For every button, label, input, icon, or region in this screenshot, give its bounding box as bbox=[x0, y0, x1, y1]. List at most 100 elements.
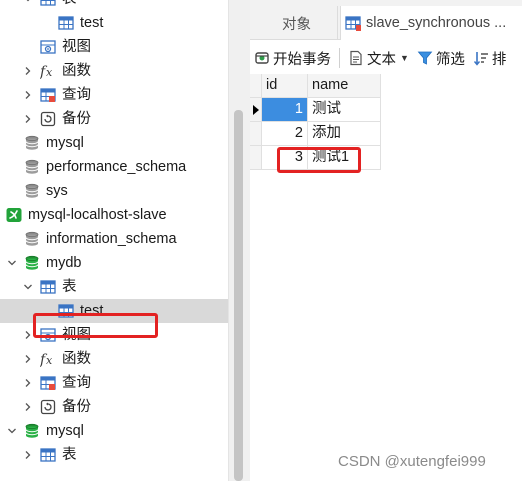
tree-item-label: 函数 bbox=[62, 63, 91, 79]
tree-item-label: mysql bbox=[46, 423, 84, 439]
table-folder-icon bbox=[40, 447, 56, 463]
database-open-icon bbox=[24, 255, 40, 271]
column-header-id[interactable]: id bbox=[262, 74, 308, 98]
row-indicator[interactable] bbox=[250, 146, 262, 170]
tree-item-4[interactable]: 查询 bbox=[0, 83, 228, 107]
tree-item-0[interactable]: 表 bbox=[0, 0, 228, 11]
tree-item-2[interactable]: 视图 bbox=[0, 35, 228, 59]
sort-icon bbox=[473, 50, 489, 66]
tree-scrollbar[interactable] bbox=[228, 0, 250, 481]
chevron-right-icon[interactable] bbox=[22, 107, 34, 131]
database-icon bbox=[24, 231, 40, 247]
table-row[interactable]: 2 添加 bbox=[250, 122, 381, 146]
function-icon: fx bbox=[40, 63, 56, 79]
svg-text:x: x bbox=[46, 66, 53, 79]
tree-item-11[interactable]: mydb bbox=[0, 251, 228, 275]
filter-button[interactable]: 筛选 bbox=[413, 44, 469, 72]
table-view-pane: 对象 slave_synchronous ... 开始事务 文本 ▼ 筛选 排 … bbox=[250, 0, 522, 481]
tab-table-label: slave_synchronous ... bbox=[366, 15, 507, 31]
row-indicator[interactable] bbox=[250, 98, 262, 122]
tree-item-label: test bbox=[80, 15, 104, 31]
table-folder-icon bbox=[40, 279, 56, 295]
table-icon bbox=[345, 15, 361, 31]
tree-item-label: 表 bbox=[62, 0, 77, 8]
view-icon bbox=[40, 39, 56, 55]
tree-item-label: sys bbox=[46, 183, 68, 199]
transaction-icon bbox=[254, 50, 270, 66]
toolbar: 开始事务 文本 ▼ 筛选 排 bbox=[250, 41, 522, 75]
tree-item-5[interactable]: 备份 bbox=[0, 107, 228, 131]
chevron-right-icon[interactable] bbox=[22, 59, 34, 83]
tab-objects-label: 对象 bbox=[282, 16, 311, 33]
watermark: CSDN @xutengfei999 bbox=[338, 453, 486, 470]
tree-item-label: 视图 bbox=[62, 39, 91, 55]
text-label: 文本 bbox=[367, 51, 396, 68]
column-header-name[interactable]: name bbox=[308, 74, 381, 98]
chevron-down-icon[interactable] bbox=[22, 275, 34, 299]
table-row[interactable]: 1 测试 bbox=[250, 98, 381, 122]
tree-item-1[interactable]: test bbox=[0, 11, 228, 35]
cell-name[interactable]: 添加 bbox=[308, 122, 381, 146]
cell-id[interactable]: 2 bbox=[262, 122, 308, 146]
tab-table-data[interactable]: slave_synchronous ... bbox=[340, 6, 522, 40]
toolbar-divider bbox=[339, 48, 340, 68]
sort-button[interactable]: 排 bbox=[469, 44, 511, 72]
tree-item-8[interactable]: sys bbox=[0, 179, 228, 203]
text-button[interactable]: 文本 ▼ bbox=[344, 44, 413, 72]
tree-item-18[interactable]: mysql bbox=[0, 419, 228, 443]
tree-item-9[interactable]: mysql-localhost-slave bbox=[0, 203, 228, 227]
tree-item-label: mysql-localhost-slave bbox=[28, 207, 167, 223]
tree-item-label: 表 bbox=[62, 447, 77, 463]
begin-transaction-button[interactable]: 开始事务 bbox=[250, 44, 335, 72]
tree-scrollbar-thumb[interactable] bbox=[234, 110, 243, 481]
chevron-right-icon[interactable] bbox=[22, 371, 34, 395]
chevron-down-icon[interactable] bbox=[6, 251, 18, 275]
highlight-row-3 bbox=[277, 147, 361, 173]
highlight-selected-table bbox=[33, 313, 158, 338]
tree-item-10[interactable]: information_schema bbox=[0, 227, 228, 251]
tree-item-label: performance_schema bbox=[46, 159, 187, 175]
tree-item-label: 查询 bbox=[62, 375, 91, 391]
tab-objects[interactable]: 对象 bbox=[256, 6, 338, 40]
tab-bar: 对象 slave_synchronous ... bbox=[250, 0, 522, 40]
tree-item-label: 查询 bbox=[62, 87, 91, 103]
filter-label: 筛选 bbox=[435, 51, 465, 68]
row-indicator[interactable] bbox=[250, 122, 262, 146]
current-row-arrow-icon bbox=[253, 105, 259, 115]
backup-icon bbox=[40, 399, 56, 415]
query-icon bbox=[40, 375, 56, 391]
cell-id[interactable]: 1 bbox=[262, 98, 308, 122]
backup-icon bbox=[40, 111, 56, 127]
tree-item-7[interactable]: performance_schema bbox=[0, 155, 228, 179]
svg-text:x: x bbox=[46, 354, 53, 367]
tree-item-6[interactable]: mysql bbox=[0, 131, 228, 155]
database-icon bbox=[24, 159, 40, 175]
chevron-right-icon[interactable] bbox=[22, 347, 34, 371]
tree-item-label: 函数 bbox=[62, 351, 91, 367]
database-open-icon bbox=[24, 423, 40, 439]
tree-item-label: information_schema bbox=[46, 231, 177, 247]
chevron-down-icon[interactable] bbox=[6, 419, 18, 443]
chevron-right-icon[interactable] bbox=[22, 443, 34, 467]
tree-item-16[interactable]: 查询 bbox=[0, 371, 228, 395]
query-icon bbox=[40, 87, 56, 103]
tree-item-17[interactable]: 备份 bbox=[0, 395, 228, 419]
row-indicator-header bbox=[250, 74, 262, 98]
table-icon bbox=[58, 15, 74, 31]
connection-icon bbox=[6, 207, 22, 223]
tree-item-3[interactable]: f x 函数 bbox=[0, 59, 228, 83]
table-folder-icon bbox=[40, 0, 56, 7]
tree-item-15[interactable]: f x 函数 bbox=[0, 347, 228, 371]
cell-name[interactable]: 测试 bbox=[308, 98, 381, 122]
database-icon bbox=[24, 135, 40, 151]
tree-item-label: 表 bbox=[62, 279, 77, 295]
tree-item-label: mysql bbox=[46, 135, 84, 151]
grid-header-row: id name bbox=[250, 74, 381, 98]
tree-item-19[interactable]: 表 bbox=[0, 443, 228, 467]
chevron-right-icon[interactable] bbox=[22, 395, 34, 419]
chevron-down-icon[interactable] bbox=[22, 0, 34, 11]
tree-item-12[interactable]: 表 bbox=[0, 275, 228, 299]
chevron-right-icon[interactable] bbox=[22, 83, 34, 107]
sort-label: 排 bbox=[491, 51, 507, 68]
document-icon bbox=[348, 50, 364, 66]
